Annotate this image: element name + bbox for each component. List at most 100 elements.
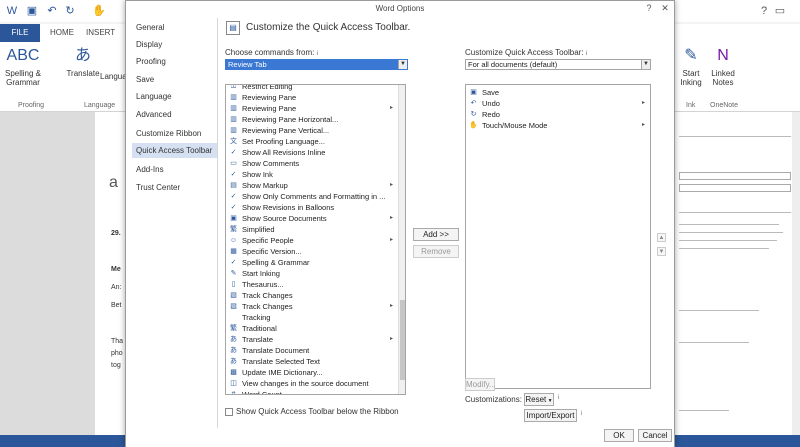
markup-icon: ▤	[230, 182, 237, 189]
linked-notes-button[interactable]: N Linked Notes	[708, 46, 738, 87]
command-list-item[interactable]: ▦ Specific Version...	[226, 246, 396, 257]
scrollbar-thumb[interactable]	[400, 300, 405, 380]
command-list-item[interactable]: ☺ Specific People ▸	[226, 235, 396, 246]
command-list-item[interactable]: Tracking	[226, 312, 396, 323]
command-list-item[interactable]: 繁 Simplified	[226, 224, 396, 235]
nav-customize-ribbon[interactable]: Customize Ribbon	[132, 126, 217, 141]
word-icon[interactable]: W	[6, 5, 18, 17]
command-list-item[interactable]: ▤ Show Markup ▸	[226, 180, 396, 191]
add-button[interactable]: Add >>	[413, 228, 459, 241]
command-list-item[interactable]: ✓ Show Ink	[226, 169, 396, 180]
command-list-item[interactable]: ✓ Show Revisions in Balloons	[226, 202, 396, 213]
help-icon[interactable]: ?	[642, 2, 656, 15]
command-list-item[interactable]: ✓ Show Only Comments and Formatting in ..…	[226, 191, 396, 202]
nav-save[interactable]: Save	[132, 72, 217, 87]
qat-list-item[interactable]: ↶ Undo ▸	[466, 98, 646, 109]
command-list-item-label: Specific Version...	[242, 247, 302, 256]
chinese-icon: 繁	[230, 226, 237, 233]
nav-add-ins[interactable]: Add-Ins	[132, 162, 217, 177]
command-list-item[interactable]: ▭ Show Comments	[226, 158, 396, 169]
pane-field[interactable]	[679, 172, 791, 180]
qat-list-item[interactable]: ✋ Touch/Mouse Mode ▸	[466, 120, 646, 131]
pen-icon: ✎	[684, 47, 698, 64]
save-icon[interactable]: ▣	[26, 5, 38, 17]
submenu-arrow-icon: ▸	[390, 336, 394, 342]
command-list-item[interactable]: ▧ Track Changes	[226, 290, 396, 301]
command-list-item[interactable]: ▧ Track Changes ▸	[226, 301, 396, 312]
nav-general[interactable]: General	[132, 20, 217, 35]
spelling-grammar-button[interactable]: ABC Spelling & Grammar	[2, 46, 44, 87]
command-list-item[interactable]: あ Translate Selected Text	[226, 356, 396, 367]
command-list-item[interactable]: あ Translate ▸	[226, 334, 396, 345]
people-icon: ☺	[229, 237, 238, 244]
commands-scrollbar[interactable]	[398, 85, 405, 394]
tab-home[interactable]: HOME	[50, 24, 74, 42]
pane-field[interactable]	[679, 184, 791, 192]
group-language-label: Language	[84, 102, 116, 109]
ok-button[interactable]: OK	[604, 429, 634, 442]
customize-qat-dropdown[interactable]: For all documents (default) ▼	[465, 59, 651, 70]
move-down-icon[interactable]: ▼	[657, 247, 666, 256]
pane-icon: ▥	[230, 94, 237, 101]
nav-language[interactable]: Language	[132, 89, 217, 104]
translate-button[interactable]: あ Translate	[62, 46, 104, 78]
pane-icon: ▥	[230, 127, 237, 134]
nav-proofing[interactable]: Proofing	[132, 54, 217, 69]
save-icon: ▣	[470, 89, 477, 96]
scrollbar[interactable]	[792, 112, 800, 435]
undo-icon[interactable]: ↶	[46, 5, 58, 17]
track-icon: ▧	[230, 292, 237, 299]
language-button[interactable]: Language	[100, 72, 136, 81]
modify-button[interactable]: Modify...	[465, 378, 496, 391]
help-icon[interactable]: ?	[758, 5, 770, 17]
nav-advanced[interactable]: Advanced	[132, 107, 217, 122]
tab-file[interactable]: FILE	[0, 24, 40, 42]
command-list-item[interactable]: ⚿ Restrict Editing	[226, 84, 396, 92]
pane-icon: ▥	[230, 105, 237, 112]
tab-insert[interactable]: INSERT	[86, 24, 115, 42]
command-list-item[interactable]: ▥ Reviewing Pane Vertical...	[226, 125, 396, 136]
nav-trust-center[interactable]: Trust Center	[132, 180, 217, 195]
command-list-item[interactable]: あ Translate Document	[226, 345, 396, 356]
choose-commands-dropdown[interactable]: Review Tab ▼	[225, 59, 408, 70]
command-list-item[interactable]: ▥ Reviewing Pane	[226, 92, 396, 103]
qat-list-item[interactable]: ↻ Redo	[466, 109, 646, 120]
command-list-item-label: Restrict Editing	[242, 84, 293, 91]
spelling-icon: ✓	[230, 259, 237, 266]
command-list-item[interactable]: ✓ Show All Revisions Inline	[226, 147, 396, 158]
minimize-icon[interactable]: ▭	[774, 5, 786, 17]
nav-quick-access-toolbar[interactable]: Quick Access Toolbar	[132, 143, 217, 158]
import-export-button[interactable]: Import/Export ▼	[524, 409, 577, 433]
command-list-item[interactable]: ▥ Reviewing Pane ▸	[226, 103, 396, 114]
command-list-item[interactable]: ✎ Start Inking	[226, 268, 396, 279]
touch-mode-icon[interactable]: ✋	[92, 5, 106, 17]
command-list-item[interactable]: ◫ View changes in the source document	[226, 378, 396, 389]
toolbar-icon: ▤	[226, 21, 240, 35]
command-list-item[interactable]: ▩ Update IME Dictionary...	[226, 367, 396, 378]
word-options-dialog: Word Options ? ✕ General Display Proofin…	[125, 0, 675, 447]
qat-list-item[interactable]: ▣ Save	[466, 87, 646, 98]
qat-commands-list[interactable]: ▣ Save ↶ Undo ▸ ↻ Redo ✋ Touch/Mouse Mode ▸	[465, 84, 651, 389]
command-list-item[interactable]: ▯ Thesaurus...	[226, 279, 396, 290]
check-icon: ✓	[230, 204, 237, 211]
nav-display[interactable]: Display	[132, 37, 217, 52]
close-icon[interactable]: ✕	[658, 2, 672, 15]
pane-text-line	[679, 232, 783, 233]
redo-icon[interactable]: ↻	[64, 5, 76, 17]
command-list-item-label: Translate Selected Text	[242, 357, 320, 366]
reset-button[interactable]: Reset ▼	[524, 393, 554, 406]
commands-list[interactable]: ⚿ Restrict Editing ▥ Reviewing Pane ▥ Reviewi…	[225, 84, 406, 395]
command-list-item[interactable]: # Word Count...	[226, 389, 396, 394]
command-list-item[interactable]: 文 Set Proofing Language...	[226, 136, 396, 147]
start-inking-button[interactable]: ✎ Start Inking	[676, 46, 706, 87]
remove-button[interactable]: Remove	[413, 245, 459, 258]
command-list-item-label: Translate	[242, 335, 273, 344]
show-below-ribbon-checkbox[interactable]	[225, 408, 233, 416]
move-up-icon[interactable]: ▲	[657, 233, 666, 242]
command-list-item[interactable]: ▣ Show Source Documents ▸	[226, 213, 396, 224]
command-list-item[interactable]: ▥ Reviewing Pane Horizontal...	[226, 114, 396, 125]
cancel-button[interactable]: Cancel	[638, 429, 672, 442]
command-list-item[interactable]: 繁 Traditional	[226, 323, 396, 334]
command-list-item[interactable]: ✓ Spelling & Grammar	[226, 257, 396, 268]
research-pane	[672, 112, 800, 435]
